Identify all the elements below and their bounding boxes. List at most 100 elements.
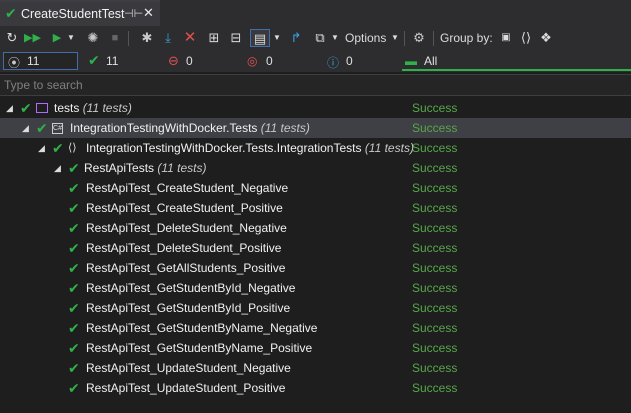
passed-check-icon: ✔ [68,180,80,196]
test-name: tests (11 tests) [54,98,132,118]
run-icon[interactable]: ▶ [50,29,64,47]
test-row[interactable]: ✔ RestApiTest_GetStudentByName_Negative Su… [0,318,631,338]
passed-check-icon: ✔ [68,280,80,296]
playlist-settings-icon[interactable]: ▤ [250,29,270,47]
failed-count[interactable]: 0 [186,54,193,68]
not-run-count[interactable]: 0 [266,54,273,68]
pin-icon[interactable]: ⊣⊢ [124,7,143,20]
node-label: RestApiTest_DeleteStudent_Negative [86,221,287,235]
node-label: RestApiTest_CreateStudent_Negative [86,181,289,195]
options-dropdown-chevron-icon[interactable]: ▼ [390,29,400,47]
test-row[interactable]: ✔ RestApiTest_DeleteStudent_Positive Succe… [0,238,631,258]
group-row[interactable]: ◢ ✔ tests (11 tests) Success [0,98,631,118]
info-count[interactable]: 0 [346,54,353,68]
test-count: (11 tests) [364,141,414,155]
node-label: RestApiTest_CreateStudent_Positive [86,201,283,215]
status-text: Success [412,161,458,175]
passed-check-icon: ✔ [68,220,80,236]
test-name: RestApiTest_CreateStudent_Positive [86,198,283,218]
group-by-class-icon[interactable]: ❖ [538,29,554,47]
test-name: IntegrationTestingWithDocker.Tests.Integ… [86,138,414,158]
expand-arrow-icon[interactable]: ◢ [22,118,29,138]
refresh-icon[interactable]: ↻ [4,29,20,47]
total-tests-count: 11 [27,54,40,68]
test-row[interactable]: ✔ RestApiTest_DeleteStudent_Negative Succe… [0,218,631,238]
node-label: IntegrationTestingWithDocker.Tests.Integ… [86,141,362,155]
run-all-icon[interactable]: ▶▶ [24,29,41,47]
node-label: RestApiTest_GetStudentByName_Positive [86,341,313,355]
info-icon[interactable]: ⓘ [327,54,339,71]
node-label: RestApiTest_DeleteStudent_Positive [86,241,282,255]
passed-check-icon: ✔ [52,140,64,156]
expand-all-icon[interactable]: ⤓ [160,29,176,47]
total-tests-filter[interactable]: ⦿ 11 [3,52,78,70]
collapse-icon[interactable]: ⊟ [228,29,244,47]
stop-icon[interactable]: ■ [108,29,122,47]
debug-bug-icon[interactable]: ✺ [84,29,102,47]
tab-create-student-test[interactable]: ✔ CreateStudentTest ⊣⊢ ✕ [0,0,160,26]
search-input[interactable] [4,77,604,93]
status-text: Success [412,141,458,155]
options-button[interactable]: Options [345,31,386,45]
all-filter-label[interactable]: All [424,54,437,68]
passed-check-icon[interactable]: ✔ [88,52,100,69]
status-text: Success [412,121,458,135]
namespace-icon: ⟨⟩ [68,142,77,154]
test-name: RestApiTest_GetStudentByName_Negative [86,318,317,338]
test-tree: ◢ ✔ tests (11 tests) Success ◢ ✔ C# Integration… [0,98,631,398]
expand-arrow-icon[interactable]: ◢ [38,138,45,158]
csharp-project-icon: C# [52,122,63,134]
tab-title: CreateStudentTest [21,7,125,21]
node-label: tests [54,101,80,115]
passed-check-icon: ✔ [68,260,80,276]
test-row[interactable]: ✔ RestApiTest_UpdateStudent_Positive Succe… [0,378,631,398]
test-row[interactable]: ✔ RestApiTest_CreateStudent_Negative Succe… [0,178,631,198]
group-row[interactable]: ◢ ✔ C# IntegrationTestingWithDocker.Tests (… [0,118,631,138]
test-row[interactable]: ✔ RestApiTest_GetAllStudents_Positive Succ… [0,258,631,278]
open-dropdown-chevron-icon[interactable]: ▼ [330,29,340,47]
close-icon[interactable]: ✕ [143,5,154,21]
status-text: Success [412,301,458,315]
test-count: (11 tests) [157,161,207,175]
status-text: Success [412,221,458,235]
open-test-icon[interactable]: ⧉ [312,29,328,47]
tab-bar: ✔ CreateStudentTest ⊣⊢ ✕ [0,0,631,26]
go-to-test-icon[interactable]: ↱ [288,29,304,47]
passed-check-icon: ✔ [68,240,80,256]
paw-icon[interactable]: ✱ [138,29,156,47]
passed-check-icon: ✔ [68,300,80,316]
add-playlist-icon[interactable]: ⊞ [206,29,222,47]
node-label: IntegrationTestingWithDocker.Tests [70,121,258,135]
clear-icon[interactable]: ✕ [182,29,198,47]
test-row[interactable]: ✔ RestApiTest_CreateStudent_Positive Succe… [0,198,631,218]
status-text: Success [412,381,458,395]
run-dropdown-chevron-icon[interactable]: ▼ [66,29,76,47]
group-by-project-icon[interactable]: ▣ [498,29,514,47]
status-text: Success [412,261,458,275]
group-row[interactable]: ◢ ✔ ⟨⟩ IntegrationTestingWithDocker.Tests.I… [0,138,631,158]
passed-count[interactable]: 11 [106,54,118,68]
test-row[interactable]: ✔ RestApiTest_GetStudentById_Positive Succ… [0,298,631,318]
test-row[interactable]: ✔ RestApiTest_GetStudentById_Negative Succ… [0,278,631,298]
playlist-dropdown-chevron-icon[interactable]: ▼ [272,29,282,47]
test-name: RestApiTest_UpdateStudent_Negative [86,358,291,378]
test-count: (11 tests) [82,101,132,115]
status-text: Success [412,181,458,195]
all-filter-icon[interactable]: ▬ [405,54,417,68]
expand-arrow-icon[interactable]: ◢ [54,158,61,178]
toolbar-separator [433,31,434,46]
status-text: Success [412,201,458,215]
total-tests-icon: ⦿ [8,56,21,70]
node-label: RestApiTest_GetStudentById_Negative [86,281,296,295]
group-by-settings-icon[interactable]: ⚙ [410,29,428,47]
not-run-icon[interactable]: ◎ [247,54,257,68]
failed-icon[interactable]: ⊖ [168,53,179,69]
group-by-namespace-icon[interactable]: ⟨⟩ [518,29,534,47]
test-row[interactable]: ✔ RestApiTest_UpdateStudent_Negative Succe… [0,358,631,378]
toolbar-separator [128,31,129,46]
group-row[interactable]: ◢ ✔ RestApiTests (11 tests) Success [0,158,631,178]
test-row[interactable]: ✔ RestApiTest_GetStudentByName_Positive Su… [0,338,631,358]
test-name: RestApiTest_GetStudentByName_Positive [86,338,312,358]
status-text: Success [412,281,458,295]
expand-arrow-icon[interactable]: ◢ [6,98,13,118]
